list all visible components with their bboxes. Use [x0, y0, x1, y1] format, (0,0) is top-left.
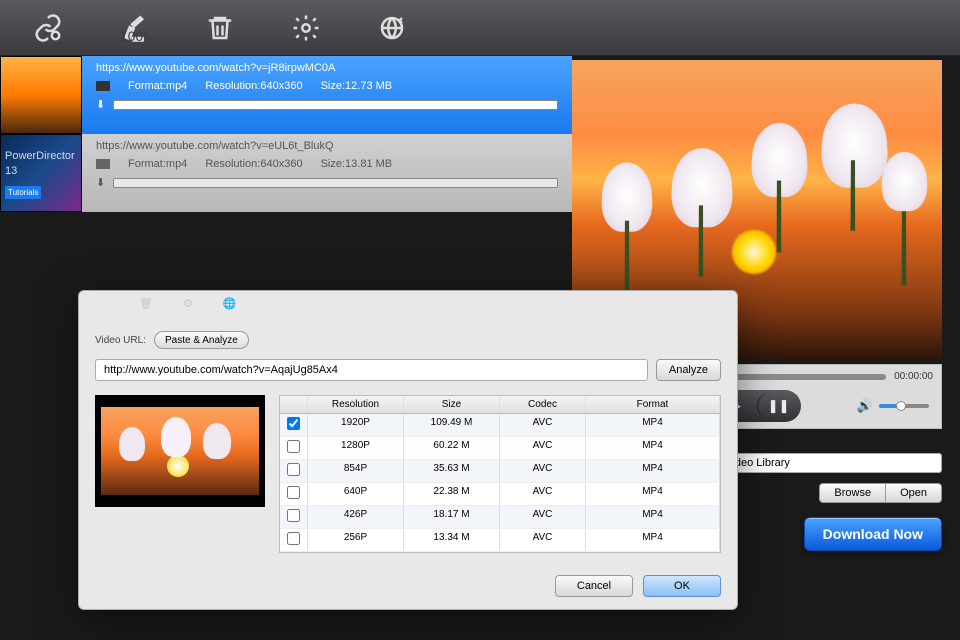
cell-size: 13.34 M [404, 529, 500, 551]
cell-resolution: 1280P [308, 437, 404, 459]
cell-size: 22.38 M [404, 483, 500, 505]
trash-icon[interactable] [202, 10, 238, 46]
trash-icon: 🗑 [139, 297, 153, 310]
cell-format: MP4 [586, 460, 720, 482]
table-row[interactable]: 1920P109.49 MAVCMP4 [280, 414, 720, 437]
table-row[interactable]: 256P13.34 MAVCMP4 [280, 529, 720, 552]
cell-size: 60.22 M [404, 437, 500, 459]
pause-button[interactable]: ❚❚ [757, 392, 799, 420]
cancel-button[interactable]: Cancel [555, 575, 633, 597]
cell-format: MP4 [586, 483, 720, 505]
col-resolution: Resolution [308, 396, 404, 413]
thumb-line1: PowerDirector 13 [5, 149, 77, 180]
download-now-button[interactable]: Download Now [804, 517, 942, 551]
cell-size: 35.63 M [404, 460, 500, 482]
cell-resolution: 426P [308, 506, 404, 528]
row-checkbox[interactable] [287, 509, 300, 522]
svg-text:100%: 100% [120, 29, 149, 43]
resolution-table: Resolution Size Codec Format 1920P109.49… [279, 395, 721, 553]
globe-icon: 🌐 [223, 297, 237, 310]
url-input[interactable] [95, 359, 648, 381]
cell-format: MP4 [586, 414, 720, 436]
cell-size: 18.17 M [404, 506, 500, 528]
analyze-button[interactable]: Analyze [656, 359, 721, 381]
add-url-icon[interactable] [30, 10, 66, 46]
brush-clear-icon[interactable]: 100% [116, 10, 152, 46]
download-item[interactable]: https://www.youtube.com/watch?v=jR8irpwM… [82, 56, 572, 134]
analyze-dialog: 🗑 ⚙ 🌐 Video URL: Paste & Analyze Analyze R… [78, 290, 738, 610]
download-meta: Format:mp4 Resolution:640x360 Size:12.73… [96, 80, 558, 92]
col-codec: Codec [500, 396, 586, 413]
cell-codec: AVC [500, 483, 586, 505]
globe-refresh-icon[interactable] [374, 10, 410, 46]
table-row[interactable]: 1280P60.22 MAVCMP4 [280, 437, 720, 460]
cell-resolution: 1920P [308, 414, 404, 436]
paste-analyze-button[interactable]: Paste & Analyze [154, 331, 249, 349]
browse-button[interactable]: Browse [819, 483, 886, 503]
progress-bar [113, 178, 558, 188]
table-row[interactable]: 854P35.63 MAVCMP4 [280, 460, 720, 483]
open-button[interactable]: Open [886, 483, 942, 503]
video-icon [96, 159, 110, 169]
cell-resolution: 854P [308, 460, 404, 482]
table-row[interactable]: 426P18.17 MAVCMP4 [280, 506, 720, 529]
cell-format: MP4 [586, 529, 720, 551]
ghost-icons: 🗑 ⚙ 🌐 [139, 297, 237, 310]
volume-slider[interactable] [879, 404, 929, 408]
download-item[interactable]: https://www.youtube.com/watch?v=eUL6t_Bl… [82, 134, 572, 212]
download-meta: Format:mp4 Resolution:640x360 Size:13.81… [96, 158, 558, 170]
download-thumbnail[interactable] [0, 56, 82, 134]
cell-codec: AVC [500, 506, 586, 528]
row-checkbox[interactable] [287, 440, 300, 453]
cell-resolution: 256P [308, 529, 404, 551]
col-size: Size [404, 396, 500, 413]
cell-format: MP4 [586, 506, 720, 528]
row-checkbox[interactable] [287, 417, 300, 430]
video-url-label: Video URL: [95, 335, 146, 346]
thumb-line2: Tutorials [5, 186, 41, 199]
speaker-icon[interactable]: 🔊 [857, 398, 873, 414]
cell-codec: AVC [500, 437, 586, 459]
progress-bar [113, 100, 558, 110]
table-row[interactable]: 640P22.38 MAVCMP4 [280, 483, 720, 506]
thumbnail-column: PowerDirector 13 Tutorials [0, 56, 82, 212]
video-icon [96, 81, 110, 91]
cell-codec: AVC [500, 529, 586, 551]
cell-codec: AVC [500, 414, 586, 436]
cell-format: MP4 [586, 437, 720, 459]
download-thumbnail[interactable]: PowerDirector 13 Tutorials [0, 134, 82, 212]
main-toolbar: 100% [0, 0, 960, 56]
row-checkbox[interactable] [287, 486, 300, 499]
time-display: 00:00:00 [894, 371, 933, 382]
row-checkbox[interactable] [287, 532, 300, 545]
col-format: Format [586, 396, 720, 413]
ok-button[interactable]: OK [643, 575, 721, 597]
dialog-thumbnail [95, 395, 265, 507]
cell-codec: AVC [500, 460, 586, 482]
table-header: Resolution Size Codec Format [280, 396, 720, 414]
gear-icon[interactable] [288, 10, 324, 46]
gear-icon: ⚙ [183, 297, 193, 310]
download-arrow-icon: ⬇ [96, 98, 105, 111]
download-arrow-icon: ⬇ [96, 176, 105, 189]
download-url: https://www.youtube.com/watch?v=eUL6t_Bl… [96, 140, 558, 152]
cell-size: 109.49 M [404, 414, 500, 436]
cell-resolution: 640P [308, 483, 404, 505]
row-checkbox[interactable] [287, 463, 300, 476]
download-url: https://www.youtube.com/watch?v=jR8irpwM… [96, 62, 558, 74]
